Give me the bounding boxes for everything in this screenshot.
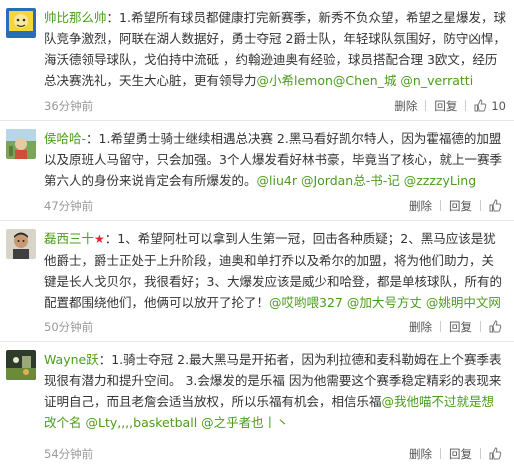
- comment-list: 帅比那么帅：1.希望所有球员都健康打完新赛季，新秀不负众望，希望之星爆发，球队竞…: [0, 0, 514, 468]
- comment-item: 磊西三十★：1、希望阿杜可以拿到人生第一冠，回击各种质疑；2、黑马应该是犹他爵士…: [0, 221, 514, 342]
- delete-button[interactable]: 删除: [409, 320, 432, 334]
- comment-time: 54分钟前: [44, 447, 94, 461]
- star-badge-icon: ★: [94, 232, 105, 246]
- divider: [440, 448, 441, 459]
- divider: [425, 100, 427, 111]
- comment-username[interactable]: 侯哈哈-: [44, 131, 86, 146]
- comment-footer: 47分钟前 删除 回复: [44, 198, 506, 214]
- reply-button[interactable]: 回复: [434, 99, 457, 113]
- thumbs-up-icon: [489, 320, 502, 333]
- divider: [465, 100, 467, 111]
- delete-button[interactable]: 删除: [409, 199, 432, 213]
- comment-content: 磊西三十★：1、希望阿杜可以拿到人生第一冠，回击各种质疑；2、黑马应该是犹他爵士…: [44, 228, 506, 313]
- comment-item: 帅比那么帅：1.希望所有球员都健康打完新赛季，新秀不负众望，希望之星爆发，球队竞…: [0, 0, 514, 121]
- comment-item: Wayne跃：1.骑士夺冠 2.最大黑马是开拓者，因为利拉德和麦科勒姆在上个赛季…: [0, 342, 514, 468]
- like-button[interactable]: 10: [474, 99, 506, 113]
- thumbs-up-icon: [489, 199, 502, 212]
- avatar[interactable]: [6, 229, 36, 259]
- comment-username[interactable]: Wayne跃: [44, 352, 99, 367]
- delete-button[interactable]: 删除: [394, 99, 417, 113]
- comment-time: 36分钟前: [44, 99, 94, 113]
- thumbs-up-icon: [489, 447, 502, 460]
- comment-time: 47分钟前: [44, 199, 94, 213]
- avatar[interactable]: [6, 350, 36, 380]
- comment-footer: 50分钟前 删除 回复: [44, 319, 506, 335]
- avatar[interactable]: [6, 129, 36, 159]
- comment-content: 侯哈哈-：1.希望勇士骑士继续相遇总决赛 2.黑马看好凯尔特人，因为霍福德的加盟…: [44, 128, 506, 191]
- avatar[interactable]: [6, 8, 36, 38]
- divider: [440, 200, 441, 211]
- comment-content: Wayne跃：1.骑士夺冠 2.最大黑马是开拓者，因为利拉德和麦科勒姆在上个赛季…: [44, 349, 506, 433]
- comment-mentions[interactable]: @哎哟喂327 @加大号方丈 @姚明中文网: [269, 295, 501, 310]
- like-button[interactable]: [489, 320, 506, 334]
- divider: [480, 448, 481, 459]
- divider: [480, 200, 481, 211]
- comment-username[interactable]: 磊西三十: [44, 231, 94, 246]
- comment-item: 侯哈哈-：1.希望勇士骑士继续相遇总决赛 2.黑马看好凯尔特人，因为霍福德的加盟…: [0, 121, 514, 221]
- comment-mentions[interactable]: @小希lemon@Chen_城 @n_verratti: [257, 73, 474, 88]
- comment-actions: 删除 回复: [409, 446, 506, 462]
- comment-actions: 删除 回复: [409, 319, 506, 335]
- like-button[interactable]: [489, 447, 506, 461]
- thumbs-up-icon: [474, 99, 487, 112]
- reply-button[interactable]: 回复: [449, 320, 472, 334]
- like-count: 10: [491, 99, 506, 113]
- reply-button[interactable]: 回复: [449, 199, 472, 213]
- divider: [480, 321, 481, 332]
- like-button[interactable]: [489, 199, 506, 213]
- comment-actions: 删除 回复: [409, 198, 506, 214]
- delete-button[interactable]: 删除: [409, 447, 432, 461]
- divider: [440, 321, 441, 332]
- comment-mentions[interactable]: @liu4r @Jordan总-书-记 @zzzzyLing: [257, 173, 477, 188]
- comment-actions: 删除 回复 10: [394, 98, 506, 114]
- comment-time: 50分钟前: [44, 320, 94, 334]
- comment-content: 帅比那么帅：1.希望所有球员都健康打完新赛季，新秀不负众望，希望之星爆发，球队竞…: [44, 7, 506, 91]
- comment-footer: 54分钟前 删除 回复: [44, 446, 506, 462]
- comment-footer: 36分钟前 删除 回复 10: [44, 98, 506, 114]
- reply-button[interactable]: 回复: [449, 447, 472, 461]
- comment-username[interactable]: 帅比那么帅: [44, 10, 107, 25]
